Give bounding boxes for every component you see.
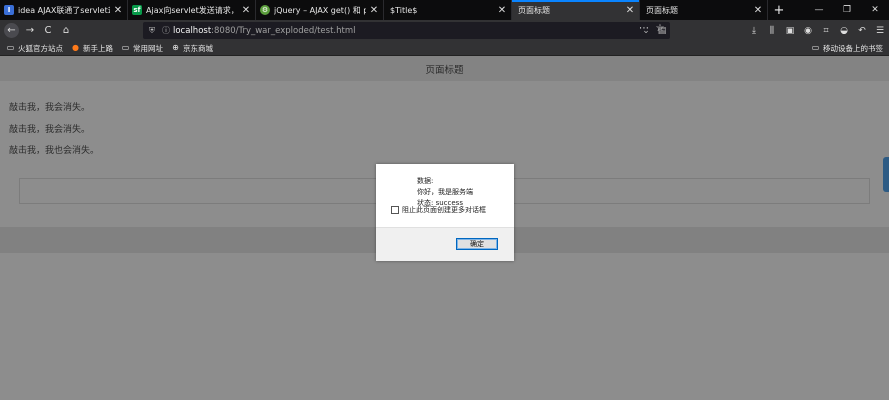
navigation-toolbar: ← → C ⌂ ⛨ ⓘ localhost :8080/Try_war_expl…	[0, 20, 889, 41]
tab-idea-ajax[interactable]: I idea AJAX联通了servlet却收 ✕	[0, 0, 128, 20]
segmentfault-icon: sf	[132, 5, 142, 15]
page-header: 页面标题	[0, 56, 889, 81]
minimize-button[interactable]: —	[805, 0, 833, 20]
new-tab-button[interactable]: +	[768, 0, 790, 20]
account-icon[interactable]: ◉	[799, 26, 817, 36]
bookmark-label: 新手上路	[83, 43, 113, 53]
maximize-button[interactable]: ❐	[833, 0, 861, 20]
side-panel-handle[interactable]	[883, 157, 889, 192]
dialog-body: 数据: 你好，我是服务端 状态: success 阻止此页面创建更多对话框	[376, 164, 514, 227]
tab-title: Ajax向servlet发送请求，接受	[146, 5, 238, 15]
chat-icon[interactable]: ◒	[835, 26, 853, 36]
click-to-hide-text-3[interactable]: 敲击我，我也会消失。	[9, 143, 99, 156]
dialog-footer: 确定	[376, 227, 514, 261]
runoob-icon: ⚙	[260, 5, 270, 15]
close-window-button[interactable]: ✕	[861, 0, 889, 20]
click-to-hide-text-1[interactable]: 敲击我，我会消失。	[9, 100, 90, 113]
sidebar-icon[interactable]: ▣	[781, 26, 799, 36]
tab-title: 页面标题	[646, 5, 678, 15]
prevent-dialogs-checkbox[interactable]: 阻止此页面创建更多对话框	[391, 205, 486, 215]
close-tab-icon[interactable]: ✕	[241, 5, 251, 16]
globe-icon: ⊕	[172, 43, 179, 52]
bookmark-label: 常用网址	[133, 43, 163, 53]
url-host: localhost	[173, 25, 212, 36]
message-line-data: 数据:	[417, 177, 434, 185]
reload-button[interactable]: C	[39, 22, 57, 40]
folder-icon: ▭	[6, 43, 15, 52]
url-path: :8080/Try_war_exploded/test.html	[211, 25, 356, 36]
home-icon: ⌂	[62, 25, 70, 36]
folder-icon: ▭	[121, 43, 130, 52]
tab-page-title[interactable]: 页面标题 ✕	[640, 0, 768, 20]
bookmarks-toolbar: ▭ 火狐官方站点 ● 新手上路 ▭ 常用网址 ⊕ 京东商城 ▭ 移动设备上的书签	[0, 41, 889, 56]
checkbox-label: 阻止此页面创建更多对话框	[402, 206, 486, 214]
download-icon[interactable]: ⤓	[745, 26, 763, 36]
screenshot-icon[interactable]: ⌗	[817, 26, 835, 36]
close-tab-icon[interactable]: ✕	[369, 5, 379, 16]
forward-arrow-icon: →	[25, 25, 35, 36]
alert-dialog: 数据: 你好，我是服务端 状态: success 阻止此页面创建更多对话框 确定	[376, 164, 514, 261]
library-icon[interactable]: ⫼	[763, 26, 781, 36]
message-line-response: 你好，我是服务端	[417, 188, 473, 196]
firefox-icon: ●	[72, 43, 79, 52]
menu-icon[interactable]: ☰	[871, 26, 889, 36]
toolbar-icons: ⤓ ⫼ ▣ ◉ ⌗ ◒ ↶ ☰	[745, 22, 889, 39]
ok-button[interactable]: 确定	[456, 238, 498, 250]
tab-title-placeholder[interactable]: $Title$ ✕	[384, 0, 512, 20]
close-tab-icon[interactable]: ✕	[625, 5, 635, 16]
shield-icon[interactable]: ⛨	[145, 26, 159, 36]
bookmark-getting-started[interactable]: ● 新手上路	[71, 43, 113, 54]
bookmark-label: 京东商城	[183, 43, 213, 53]
tab-title: jQuery – AJAX get() 和 post	[274, 5, 366, 15]
page-actions: ⋯ ☆	[636, 23, 668, 34]
folder-icon: ▭	[811, 43, 820, 52]
bookmark-common-sites[interactable]: ▭ 常用网址	[121, 43, 163, 54]
undo-icon[interactable]: ↶	[853, 26, 871, 36]
bookmark-jd[interactable]: ⊕ 京东商城	[171, 43, 213, 54]
window-controls: — ❐ ✕	[805, 0, 889, 20]
close-tab-icon[interactable]: ✕	[497, 5, 507, 16]
tab-page-title-active[interactable]: 页面标题 ✕	[512, 0, 640, 20]
more-actions-icon[interactable]: ⋯	[636, 23, 652, 34]
close-tab-icon[interactable]: ✕	[753, 5, 763, 16]
home-button[interactable]: ⌂	[57, 22, 75, 40]
checkbox[interactable]	[391, 206, 399, 214]
close-tab-icon[interactable]: ✕	[113, 5, 123, 16]
info-icon[interactable]: ⓘ	[159, 25, 173, 36]
click-to-hide-text-2[interactable]: 敲击我，我会消失。	[9, 122, 90, 135]
tab-jquery-ajax[interactable]: ⚙ jQuery – AJAX get() 和 post ✕	[256, 0, 384, 20]
back-arrow-icon: ←	[7, 25, 16, 36]
bookmark-label: 火狐官方站点	[18, 43, 63, 53]
tab-ajax-servlet[interactable]: sf Ajax向servlet发送请求，接受 ✕	[128, 0, 256, 20]
bookmark-star-icon[interactable]: ☆	[652, 23, 668, 34]
tab-strip: I idea AJAX联通了servlet却收 ✕ sf Ajax向servle…	[0, 0, 889, 20]
page-title: 页面标题	[425, 64, 464, 76]
tab-title: idea AJAX联通了servlet却收	[18, 5, 110, 15]
mobile-bookmarks[interactable]: ▭ 移动设备上的书签	[811, 43, 883, 54]
bookmark-firefox-official[interactable]: ▭ 火狐官方站点	[6, 43, 63, 54]
forward-button[interactable]: →	[21, 22, 39, 40]
back-button[interactable]: ←	[4, 23, 19, 38]
tab-title: 页面标题	[518, 5, 550, 15]
tab-title: $Title$	[390, 5, 418, 15]
bookmark-label: 移动设备上的书签	[823, 43, 883, 53]
reload-icon: C	[44, 25, 52, 36]
address-bar[interactable]: ⛨ ⓘ localhost :8080/Try_war_exploded/tes…	[143, 22, 670, 39]
page-icon: I	[4, 5, 14, 15]
